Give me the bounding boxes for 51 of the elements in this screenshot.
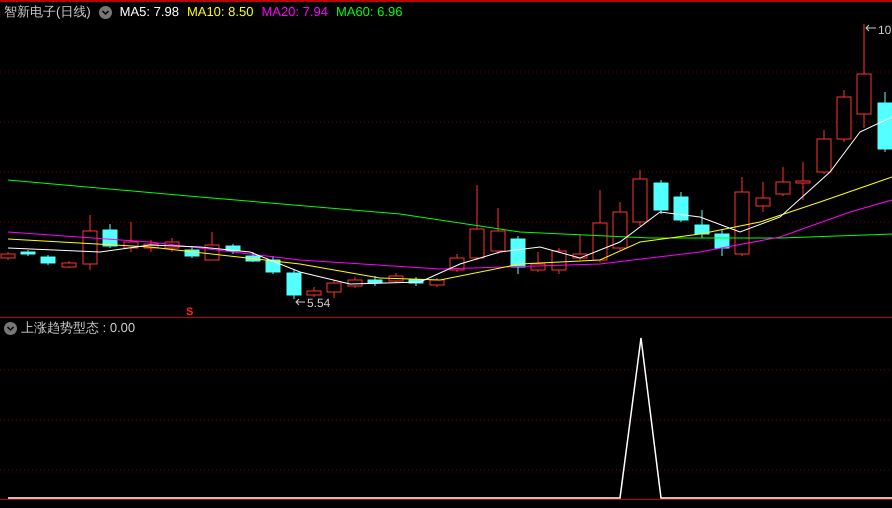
candlestick: [62, 260, 76, 268]
candlestick: [796, 162, 810, 200]
candlestick: [286, 270, 302, 300]
candlestick: [878, 92, 892, 152]
candlestick: [654, 180, 668, 214]
candlestick: [490, 208, 506, 254]
candlestick: [836, 90, 852, 142]
candlestick: [530, 252, 546, 272]
candlestick: [184, 246, 200, 258]
candlestick: [674, 192, 688, 222]
candlestick: [326, 280, 342, 298]
signal-mark: S: [186, 305, 194, 320]
pointer-arrow-icon: [865, 24, 876, 32]
chart-title: 智新电子(日线): [4, 4, 91, 20]
candlestick: [82, 214, 98, 270]
indicator-title: 上涨趋势型态 : 0.00: [21, 320, 136, 336]
candlestick: [102, 224, 118, 248]
candlestick: [266, 256, 280, 274]
candlestick: [246, 252, 260, 262]
candlestick: [714, 230, 730, 256]
moving-average-value: MA60: 6.96: [336, 4, 402, 20]
candlestick: [368, 276, 382, 286]
candlestick: [694, 210, 710, 238]
candlestick: [450, 254, 464, 272]
candlestick: [40, 254, 56, 266]
candlestick: [612, 202, 628, 250]
pointer-arrow-icon: [295, 298, 306, 306]
candlestick: [388, 272, 404, 284]
candlestick: [306, 286, 322, 298]
candlestick: [632, 170, 648, 226]
candlestick: [776, 166, 790, 196]
candlestick: [226, 244, 240, 254]
candlestick: [124, 222, 138, 252]
candlestick: [816, 130, 832, 174]
collapse-icon[interactable]: [98, 6, 112, 18]
price-label: 10: [878, 22, 892, 39]
candlestick: [164, 238, 180, 252]
candlestick: [348, 276, 362, 288]
candlestick: [572, 234, 588, 260]
candlestick: [204, 232, 220, 260]
candlestick: [430, 278, 444, 288]
candlestick: [408, 276, 424, 286]
moving-average-value: MA5: 7.98: [120, 4, 179, 20]
candlestick: [510, 236, 526, 274]
collapse-icon[interactable]: [4, 322, 17, 334]
candlestick: [144, 240, 158, 252]
price-label: 5.54: [307, 295, 330, 312]
candlestick: [20, 250, 36, 256]
candlestick: [756, 182, 770, 212]
moving-average-value: MA10: 8.50: [186, 4, 254, 20]
moving-average-value: MA20: 7.94: [261, 4, 328, 20]
